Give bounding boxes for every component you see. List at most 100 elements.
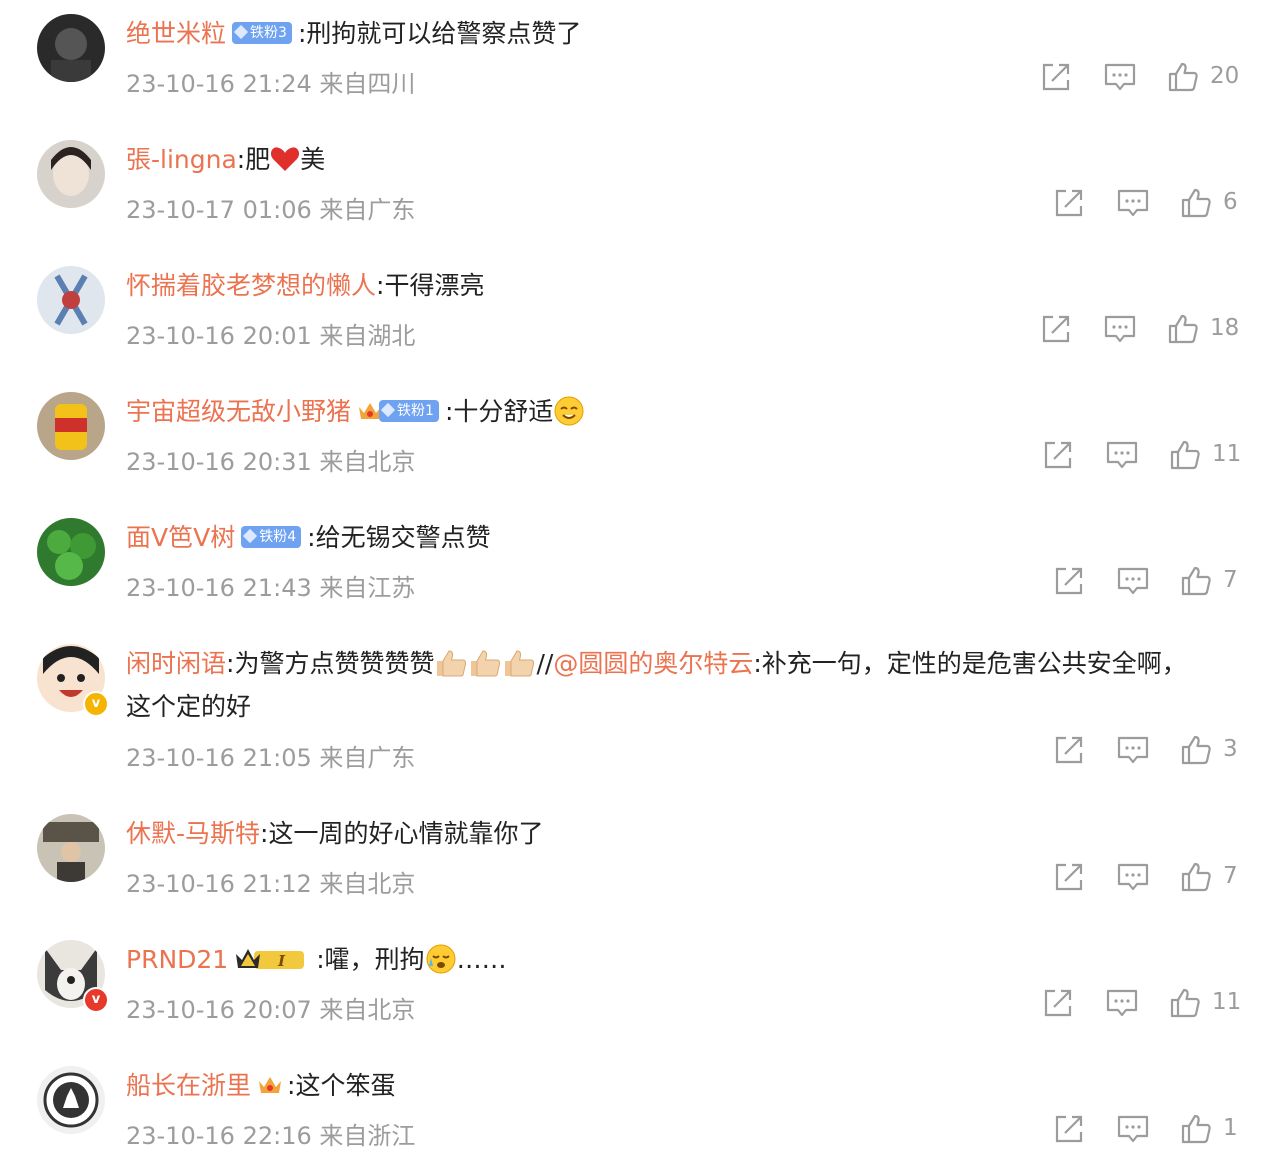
like-count: 11 (1212, 989, 1242, 1015)
like-count: 18 (1210, 315, 1240, 341)
fan-badge: 铁粉1 (379, 400, 439, 422)
comment-meta: 23-10-16 22:16 来自浙江 (126, 1116, 415, 1151)
comment-icon[interactable] (1117, 861, 1149, 893)
comment-content: 怀揣着胶老梦想的懒人:干得漂亮 (126, 269, 484, 302)
comment-content-continued: 这个定的好 (126, 690, 251, 723)
username-link[interactable]: 張-lingna (126, 145, 237, 174)
member-crown-badge-icon: I (236, 949, 305, 970)
mention-link[interactable]: @圆圆的奥尔特云 (553, 649, 753, 678)
share-icon[interactable] (1040, 61, 1072, 93)
username-link[interactable]: 休默-马斯特 (126, 819, 260, 848)
comment-icon[interactable] (1117, 1113, 1149, 1145)
location: 来自广东 (319, 744, 416, 772)
timestamp: 23-10-16 20:07 (126, 996, 312, 1024)
location: 来自北京 (319, 870, 416, 898)
username-link[interactable]: 怀揣着胶老梦想的懒人 (126, 271, 376, 300)
timestamp: 23-10-16 21:05 (126, 744, 312, 772)
username-link[interactable]: 闲时闲语 (126, 649, 226, 678)
like-icon[interactable] (1180, 861, 1212, 893)
like-count: 11 (1212, 441, 1242, 467)
like-count: 7 (1223, 567, 1238, 593)
avatar[interactable] (37, 140, 105, 208)
like-icon[interactable] (1180, 734, 1212, 766)
comment-icon[interactable] (1106, 987, 1138, 1019)
like-icon[interactable] (1167, 313, 1199, 345)
comment-content: 绝世米粒 铁粉3:刑拘就可以给警察点赞了 (126, 17, 581, 50)
like-icon[interactable] (1169, 987, 1201, 1019)
verified-badge-icon: v (83, 987, 109, 1013)
timestamp: 23-10-16 21:24 (126, 70, 312, 98)
comment-content: 宇宙超级无敌小野猪 铁粉1 :十分舒适 (126, 395, 585, 430)
like-count: 1 (1223, 1115, 1238, 1141)
share-icon[interactable] (1053, 861, 1085, 893)
location: 来自广东 (319, 196, 416, 224)
avatar[interactable] (37, 814, 105, 882)
like-count: 6 (1223, 189, 1238, 215)
comment-text: :十分舒适 (444, 397, 554, 426)
relieved-face-icon (554, 396, 584, 426)
comment-meta: 23-10-16 21:24 来自四川 (126, 64, 415, 99)
share-icon[interactable] (1053, 734, 1085, 766)
crying-face-icon (426, 944, 456, 974)
verified-badge-icon: v (83, 691, 109, 717)
comment-content: 張-lingna:肥美 (126, 143, 325, 177)
share-icon[interactable] (1053, 187, 1085, 219)
timestamp: 23-10-16 21:43 (126, 574, 312, 602)
like-icon[interactable] (1169, 439, 1201, 471)
crown-icon (259, 1077, 282, 1093)
username-link[interactable]: PRND21 (126, 945, 228, 974)
share-icon[interactable] (1053, 1113, 1085, 1145)
timestamp: 23-10-16 20:31 (126, 448, 312, 476)
svg-text:I: I (277, 952, 286, 970)
timestamp: 23-10-16 22:16 (126, 1122, 312, 1150)
comment-text: …… (456, 945, 507, 974)
avatar[interactable] (37, 392, 105, 460)
comment-icon[interactable] (1117, 187, 1149, 219)
username-link[interactable]: 绝世米粒 (126, 19, 226, 48)
fan-badge: 铁粉4 (241, 526, 302, 548)
comment-text: :这一周的好心情就靠你了 (260, 819, 544, 848)
comment-text: :这个笨蛋 (287, 1071, 396, 1100)
diamond-icon (233, 24, 249, 40)
comment-text: :为警方点赞赞赞赞 (226, 649, 435, 678)
comment-text: :嚯，刑拘 (316, 945, 425, 974)
like-count: 3 (1223, 736, 1238, 762)
like-icon[interactable] (1167, 61, 1199, 93)
diamond-icon (243, 528, 258, 544)
avatar[interactable] (37, 14, 105, 82)
location: 来自北京 (319, 448, 416, 476)
like-icon[interactable] (1180, 565, 1212, 597)
comment-meta: 23-10-16 20:01 来自湖北 (126, 316, 415, 351)
timestamp: 23-10-16 20:01 (126, 322, 312, 350)
comment-icon[interactable] (1104, 61, 1136, 93)
thumbs-up-icon (505, 650, 535, 677)
share-icon[interactable] (1042, 439, 1074, 471)
comment-icon[interactable] (1106, 439, 1138, 471)
username-link[interactable]: 面V笆V树 (126, 523, 235, 552)
like-icon[interactable] (1180, 187, 1212, 219)
username-link[interactable]: 船长在浙里 (126, 1071, 251, 1100)
comment-text: 美 (300, 145, 326, 174)
location: 来自江苏 (319, 574, 416, 602)
avatar[interactable] (37, 1066, 105, 1134)
comment-text: :干得漂亮 (376, 271, 485, 300)
comment-icon[interactable] (1117, 565, 1149, 597)
comment-text: 这个定的好 (126, 692, 252, 721)
comment-icon[interactable] (1117, 734, 1149, 766)
share-icon[interactable] (1053, 565, 1085, 597)
fan-badge-label: 铁粉3 (250, 25, 287, 41)
like-count: 20 (1210, 63, 1240, 89)
share-icon[interactable] (1040, 313, 1072, 345)
heart-icon (271, 147, 300, 171)
share-icon[interactable] (1042, 987, 1074, 1019)
fan-badge-label: 铁粉4 (259, 529, 297, 545)
username-link[interactable]: 宇宙超级无敌小野猪 (126, 397, 351, 426)
like-icon[interactable] (1180, 1113, 1212, 1145)
comment-meta: 23-10-16 20:31 来自北京 (126, 442, 415, 477)
location: 来自四川 (319, 70, 416, 98)
avatar[interactable] (37, 266, 105, 334)
comment-icon[interactable] (1104, 313, 1136, 345)
diamond-icon (380, 402, 396, 418)
avatar[interactable] (37, 518, 105, 586)
fan-badge-label: 铁粉1 (397, 403, 434, 419)
